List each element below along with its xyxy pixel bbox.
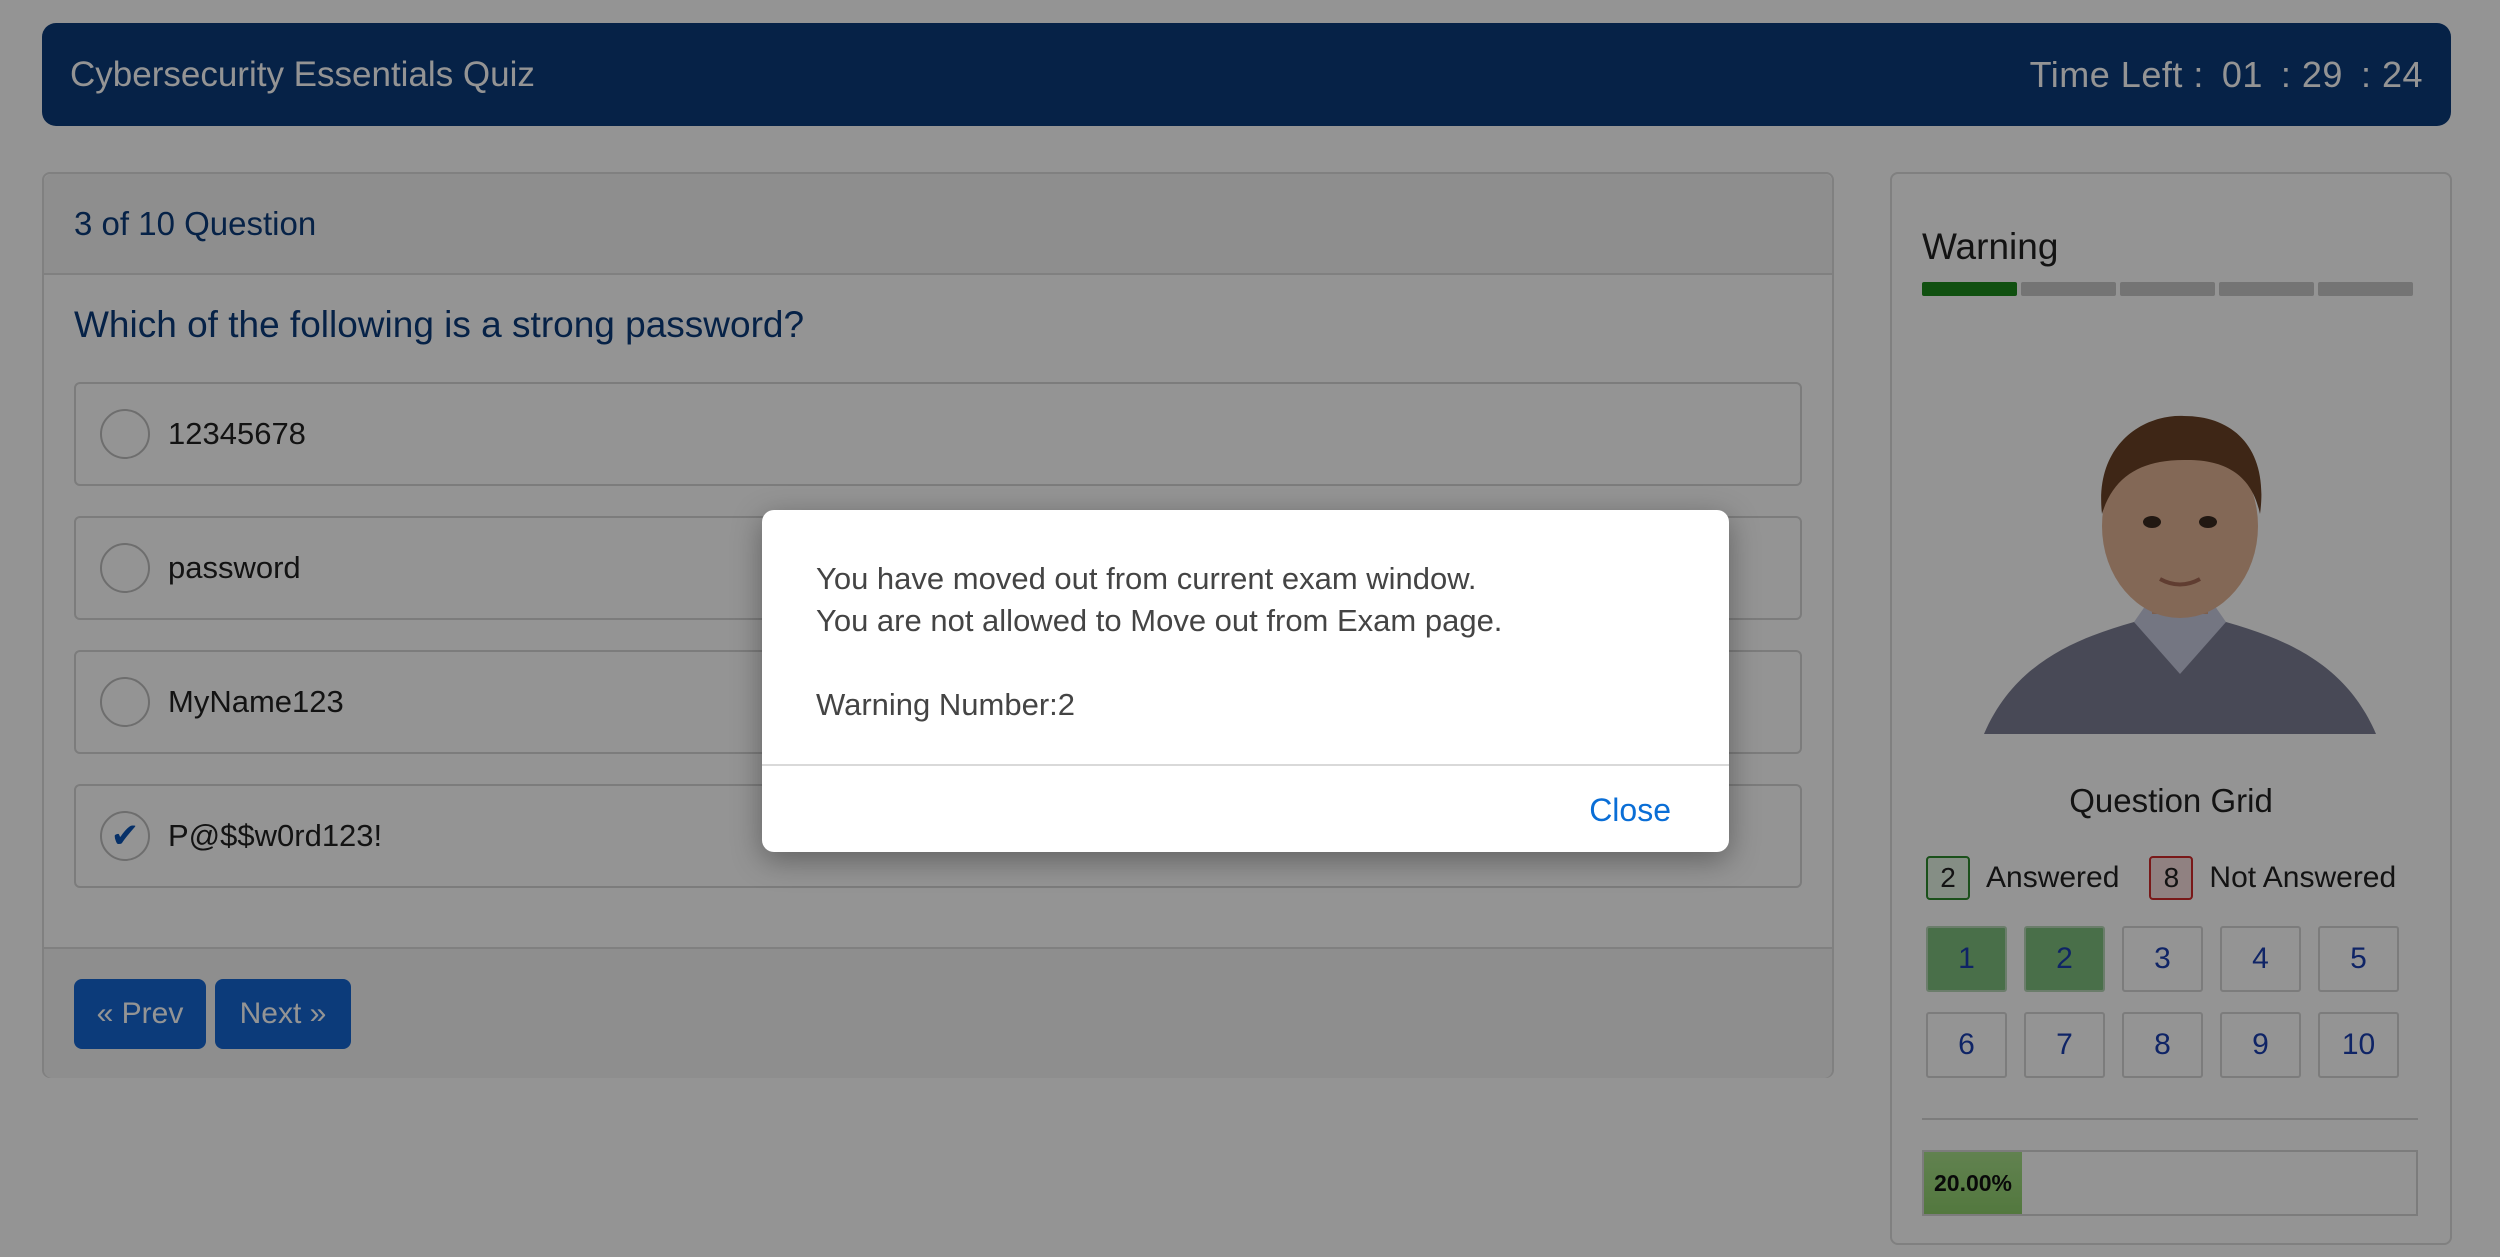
warning-modal: You have moved out from current exam win… xyxy=(762,510,1729,852)
modal-divider xyxy=(762,764,1729,766)
modal-body: You have moved out from current exam win… xyxy=(816,558,1502,726)
modal-message-line-1: You have moved out from current exam win… xyxy=(816,561,1477,596)
warning-number: Warning Number:2 xyxy=(816,687,1076,722)
modal-spacer xyxy=(816,642,1502,684)
close-button[interactable]: Close xyxy=(1589,792,1671,829)
modal-message-line-2: You are not allowed to Move out from Exa… xyxy=(816,603,1503,638)
